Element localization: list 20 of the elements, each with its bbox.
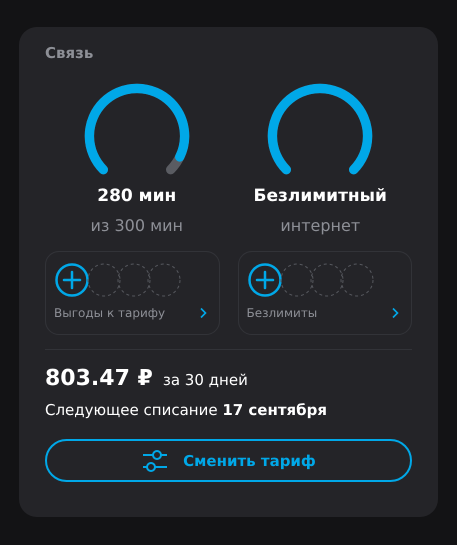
price-period: за 30 дней bbox=[162, 371, 248, 389]
add-icon bbox=[246, 262, 282, 298]
section-title: Связь bbox=[45, 44, 94, 62]
empty-slots-icon bbox=[278, 262, 374, 298]
gauge-value: 280 мин bbox=[97, 186, 176, 206]
gauge-caption: из 300 мин bbox=[90, 216, 184, 235]
add-icon bbox=[54, 262, 90, 298]
option-tile[interactable]: Выгоды к тарифу bbox=[45, 251, 220, 335]
tile-label: Безлимиты bbox=[246, 306, 318, 320]
gauge-caption: интернет bbox=[280, 216, 360, 235]
next-charge-text: Следующее списание 17 сентября bbox=[45, 401, 328, 419]
tile-label: Выгоды к тарифу bbox=[54, 306, 166, 320]
sliders-icon bbox=[141, 448, 170, 474]
empty-slots-icon bbox=[86, 262, 182, 298]
chevron-right-icon bbox=[198, 307, 206, 319]
option-tile[interactable]: Безлимиты bbox=[238, 251, 412, 335]
price-amount: 803.47 ₽ bbox=[45, 366, 153, 391]
chevron-right-icon bbox=[391, 307, 399, 319]
gauge-value: Безлимитный bbox=[254, 186, 387, 206]
change-tariff-button[interactable]: Сменить тариф bbox=[45, 439, 412, 482]
